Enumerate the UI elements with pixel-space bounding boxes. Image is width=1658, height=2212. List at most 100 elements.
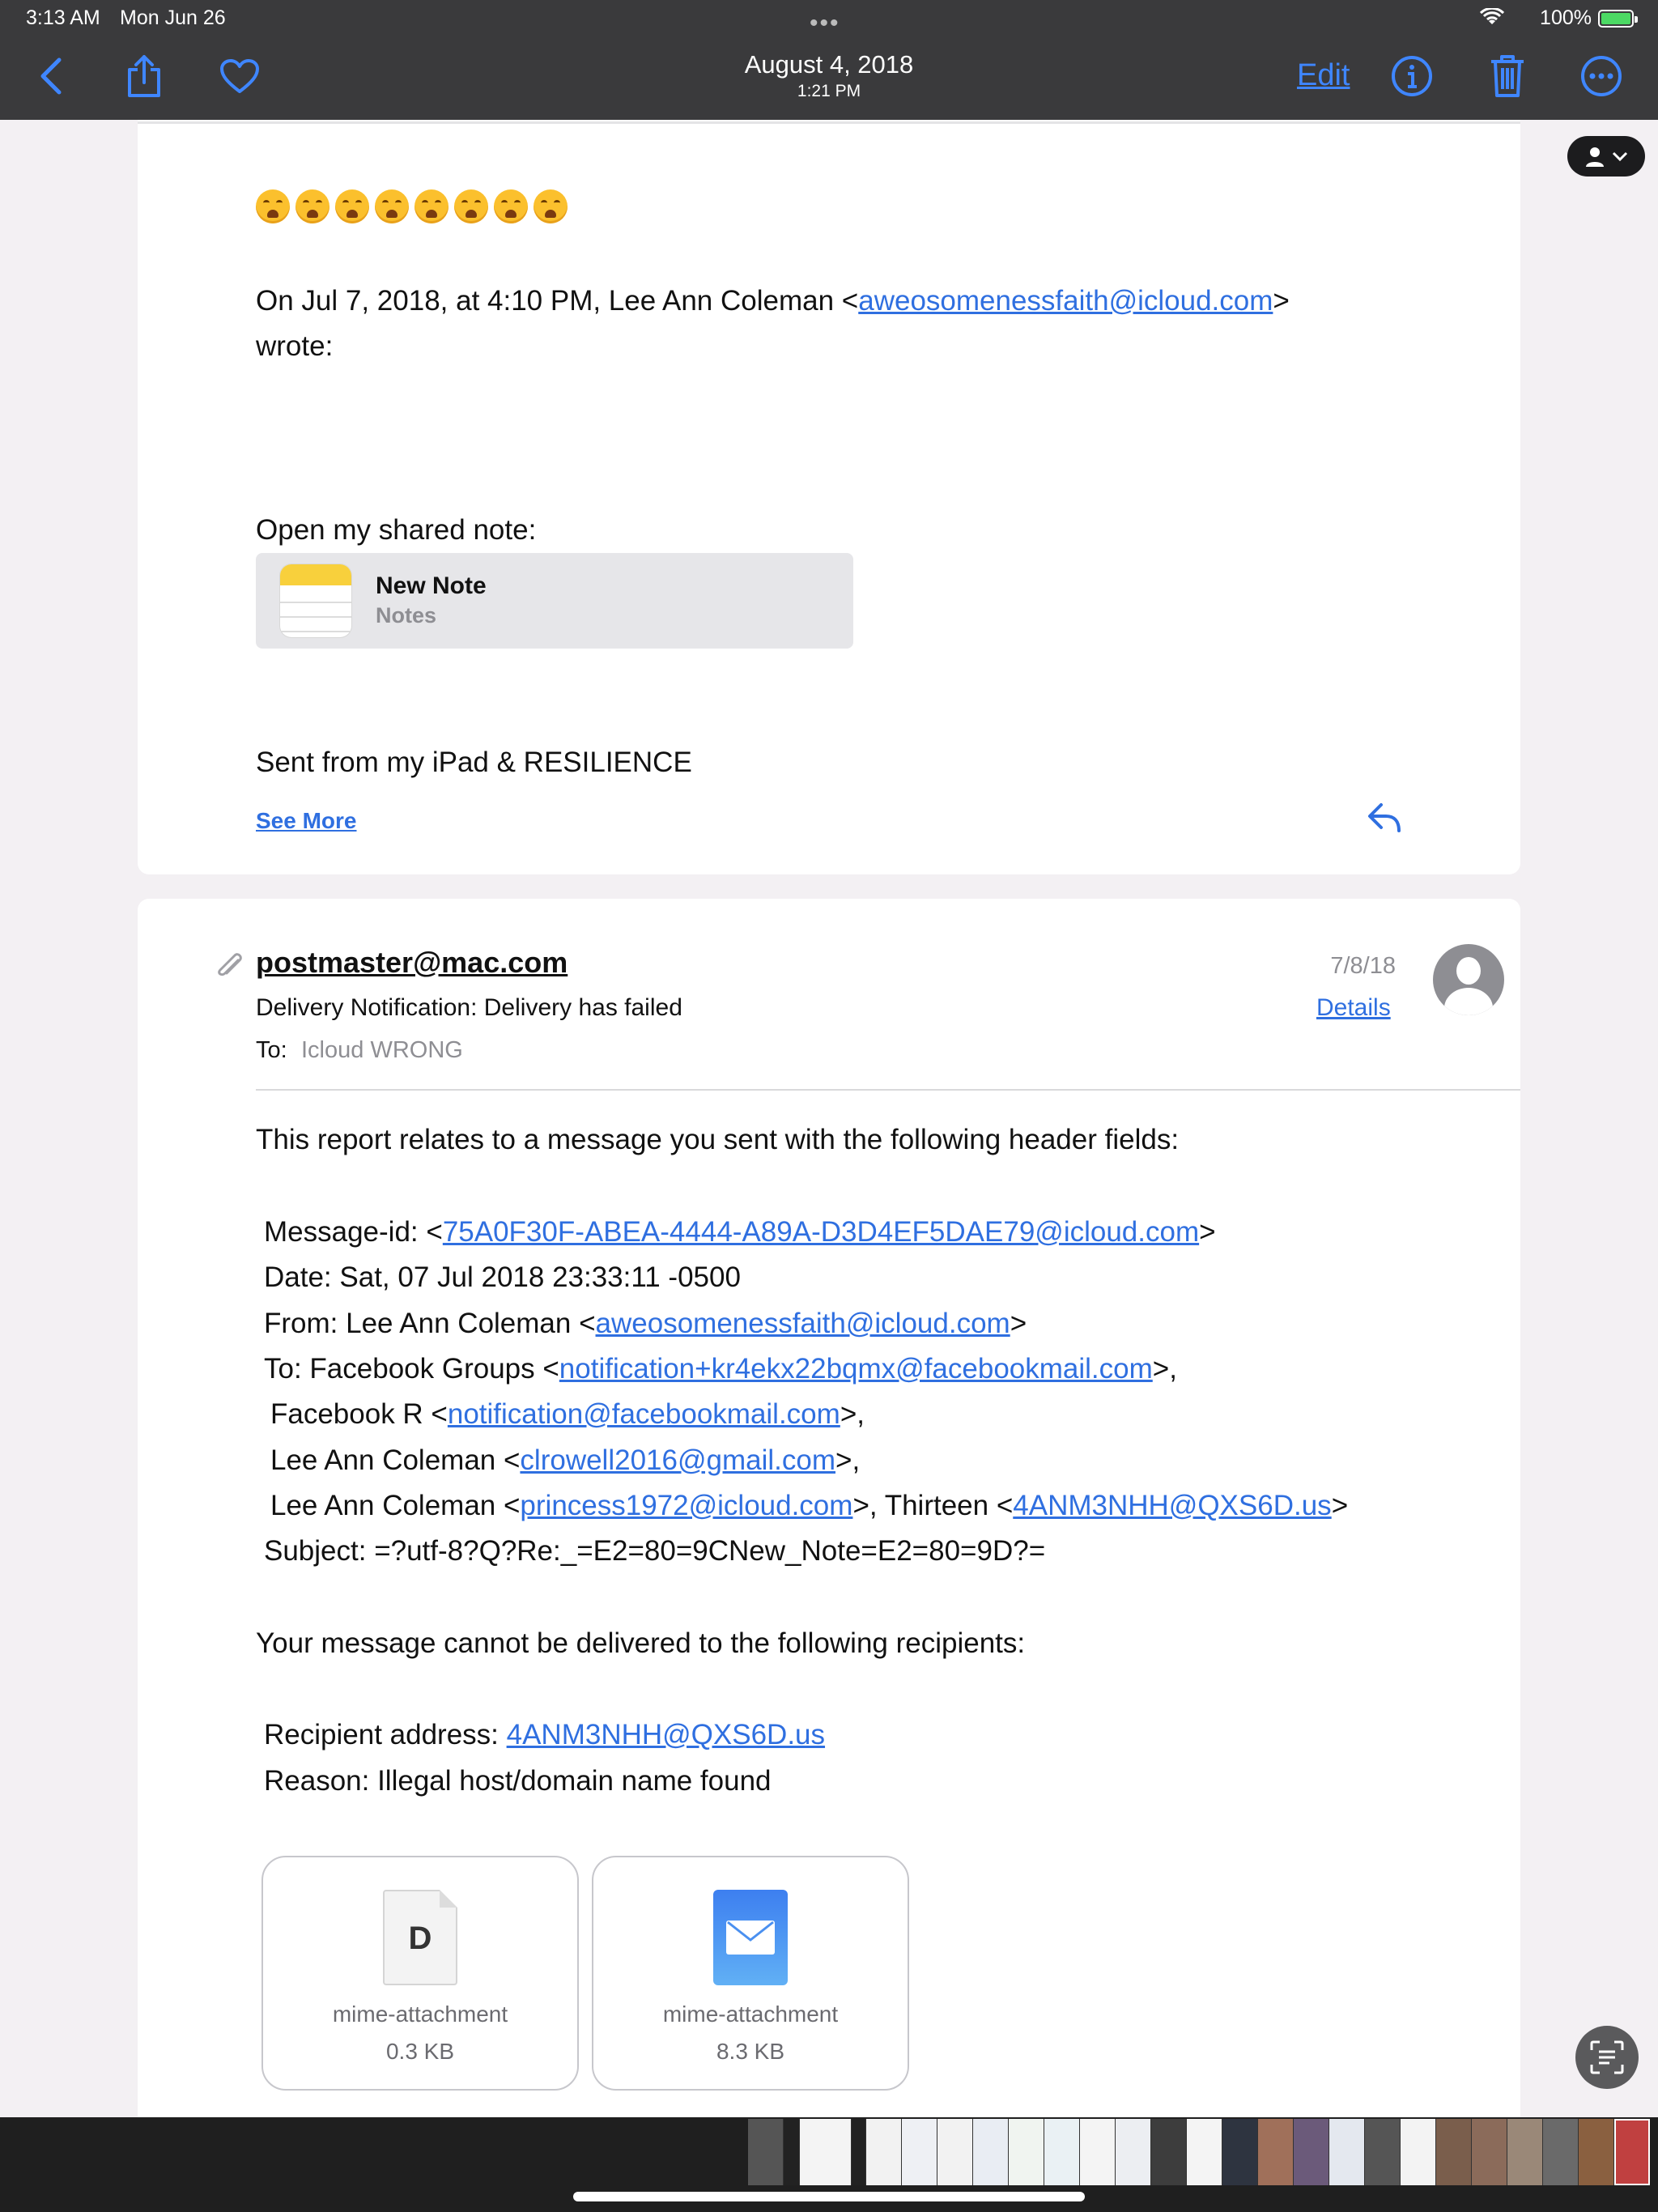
thumbnail[interactable] — [748, 2119, 784, 2185]
thumbnail[interactable] — [902, 2119, 937, 2185]
thumbnail[interactable] — [1507, 2119, 1543, 2185]
sender-address[interactable]: postmaster@mac.com — [256, 946, 568, 980]
to-line-email-link[interactable]: notification+kr4ekx22bqmx@facebookmail.c… — [559, 1353, 1153, 1385]
wifi-icon — [1479, 6, 1505, 30]
weary-face-emoji-icon — [414, 189, 449, 223]
signature: Sent from my iPad & RESILIENCE — [256, 747, 692, 778]
thumbnail[interactable] — [866, 2119, 902, 2185]
header-to-lac1: Lee Ann Coleman <clrowell2016@gmail.com>… — [270, 1444, 860, 1477]
thumbnail[interactable] — [1222, 2119, 1258, 2185]
info-icon[interactable] — [1388, 52, 1436, 100]
thumbnail[interactable] — [1436, 2119, 1472, 2185]
emoji-row — [256, 189, 568, 223]
lac1-close: >, — [835, 1444, 861, 1476]
thumbnail[interactable] — [1151, 2119, 1187, 2185]
back-icon[interactable] — [28, 52, 76, 100]
message-subject: Delivery Notification: Delivery has fail… — [256, 994, 682, 1021]
attachment-tile[interactable]: mime-attachment 8.3 KB — [592, 1856, 909, 2091]
toolbar-time: 1:21 PM — [797, 82, 861, 100]
fbr-label: Facebook R < — [270, 1398, 448, 1430]
account-switcher-button[interactable] — [1567, 136, 1645, 177]
thumbnail[interactable] — [1401, 2119, 1436, 2185]
chevron-down-icon — [1612, 151, 1628, 162]
multitasking-dots-icon[interactable]: ••• — [810, 10, 840, 37]
attachment-tile[interactable]: D mime-attachment 0.3 KB — [261, 1856, 579, 2091]
from-label: From: Lee Ann Coleman < — [264, 1308, 596, 1339]
document-icon: D — [383, 1890, 457, 1985]
header-message-id: Message-id: <75A0F30F-ABEA-4444-A89A-D3D… — [264, 1216, 1216, 1249]
msgid-label: Message-id: < — [264, 1216, 443, 1248]
header-date: Date: Sat, 07 Jul 2018 23:33:11 -0500 — [264, 1261, 741, 1293]
thumbnail[interactable] — [1294, 2119, 1329, 2185]
weary-face-emoji-icon — [295, 189, 329, 223]
thirteen-label: >, Thirteen < — [852, 1490, 1014, 1521]
open-note-label: Open my shared note: — [256, 514, 537, 546]
header-to: To: Facebook Groups <notification+kr4ekx… — [264, 1353, 1177, 1385]
note-title: New Note — [376, 572, 487, 599]
home-indicator[interactable] — [573, 2192, 1085, 2201]
thumbnail[interactable] — [1009, 2119, 1044, 2185]
lac2-email-link[interactable]: princess1972@icloud.com — [520, 1490, 852, 1521]
favorite-heart-icon[interactable] — [215, 52, 264, 100]
share-icon[interactable] — [120, 52, 168, 100]
thumbnail[interactable] — [1187, 2119, 1222, 2185]
status-time: 3:13 AM — [26, 6, 100, 29]
thumbnail-scrubber[interactable] — [748, 2119, 1650, 2185]
toolbar-date: August 4, 2018 — [744, 50, 914, 79]
to-line-label: To: Facebook Groups < — [264, 1353, 559, 1385]
attachment-size: 0.3 KB — [385, 2039, 455, 2064]
thumbnail[interactable] — [1365, 2119, 1401, 2185]
trash-icon[interactable] — [1483, 52, 1532, 100]
weary-face-emoji-icon — [494, 189, 528, 223]
recipient-email-link[interactable]: 4ANM3NHH@QXS6D.us — [507, 1719, 825, 1750]
thirteen-email-link[interactable]: 4ANM3NHH@QXS6D.us — [1013, 1490, 1331, 1521]
quote-header-text: On Jul 7, 2018, at 4:10 PM, Lee Ann Cole… — [256, 285, 859, 317]
header-to-facebook-r: Facebook R <notification@facebookmail.co… — [270, 1398, 865, 1431]
edit-button[interactable]: Edit — [1297, 58, 1350, 93]
attachment-name: mime-attachment — [662, 2001, 839, 2027]
thumbnail[interactable] — [1472, 2119, 1507, 2185]
thumbnail[interactable] — [800, 2119, 852, 2185]
mail-icon — [713, 1890, 788, 1985]
to-line-close: >, — [1152, 1353, 1177, 1385]
thumbnail[interactable] — [973, 2119, 1009, 2185]
weary-face-emoji-icon — [454, 189, 488, 223]
from-close: > — [1010, 1308, 1027, 1339]
msgid-link[interactable]: 75A0F30F-ABEA-4444-A89A-D3D4EF5DAE79@icl… — [443, 1216, 1199, 1248]
weary-face-emoji-icon — [256, 189, 290, 223]
shared-note-card[interactable]: New Note Notes — [256, 553, 853, 649]
thumbnail[interactable] — [852, 2119, 866, 2185]
reply-icon[interactable] — [1367, 802, 1402, 838]
thumbnail[interactable] — [1329, 2119, 1365, 2185]
person-icon — [1586, 147, 1604, 167]
quote-header-email-link[interactable]: aweosomenessfaith@icloud.com — [858, 285, 1273, 317]
thumbnail[interactable] — [1258, 2119, 1294, 2185]
thumbnail[interactable] — [784, 2119, 800, 2185]
doc-letter: D — [408, 1921, 432, 1956]
quote-header: On Jul 7, 2018, at 4:10 PM, Lee Ann Cole… — [256, 285, 1290, 317]
live-text-icon[interactable] — [1575, 2026, 1639, 2089]
quote-wrote: wrote: — [256, 330, 334, 362]
recipient-label: Recipient address: — [264, 1719, 507, 1750]
reason-line: Reason: Illegal host/domain name found — [264, 1765, 772, 1797]
more-icon[interactable] — [1577, 52, 1626, 100]
thumbnail[interactable] — [1080, 2119, 1116, 2185]
see-more-link[interactable]: See More — [256, 808, 357, 834]
fbr-email-link[interactable]: notification@facebookmail.com — [448, 1398, 840, 1430]
to-recipient[interactable]: Icloud WRONG — [301, 1037, 463, 1064]
message-date: 7/8/18 — [1330, 953, 1396, 979]
battery-percent: 100% — [1540, 6, 1592, 29]
thumbnail[interactable] — [1116, 2119, 1151, 2185]
thumbnail-current[interactable] — [1614, 2119, 1650, 2185]
recipient-line: Recipient address: 4ANM3NHH@QXS6D.us — [264, 1719, 825, 1751]
sender-avatar[interactable] — [1433, 944, 1504, 1015]
lac1-email-link[interactable]: clrowell2016@gmail.com — [520, 1444, 835, 1476]
details-link[interactable]: Details — [1316, 994, 1391, 1022]
thumbnail[interactable] — [937, 2119, 973, 2185]
thumbnail[interactable] — [1044, 2119, 1080, 2185]
from-email-link[interactable]: aweosomenessfaith@icloud.com — [596, 1308, 1010, 1339]
notes-app-icon — [280, 564, 351, 637]
to-label: To: — [256, 1037, 287, 1063]
thumbnail[interactable] — [1579, 2119, 1614, 2185]
thumbnail[interactable] — [1543, 2119, 1579, 2185]
